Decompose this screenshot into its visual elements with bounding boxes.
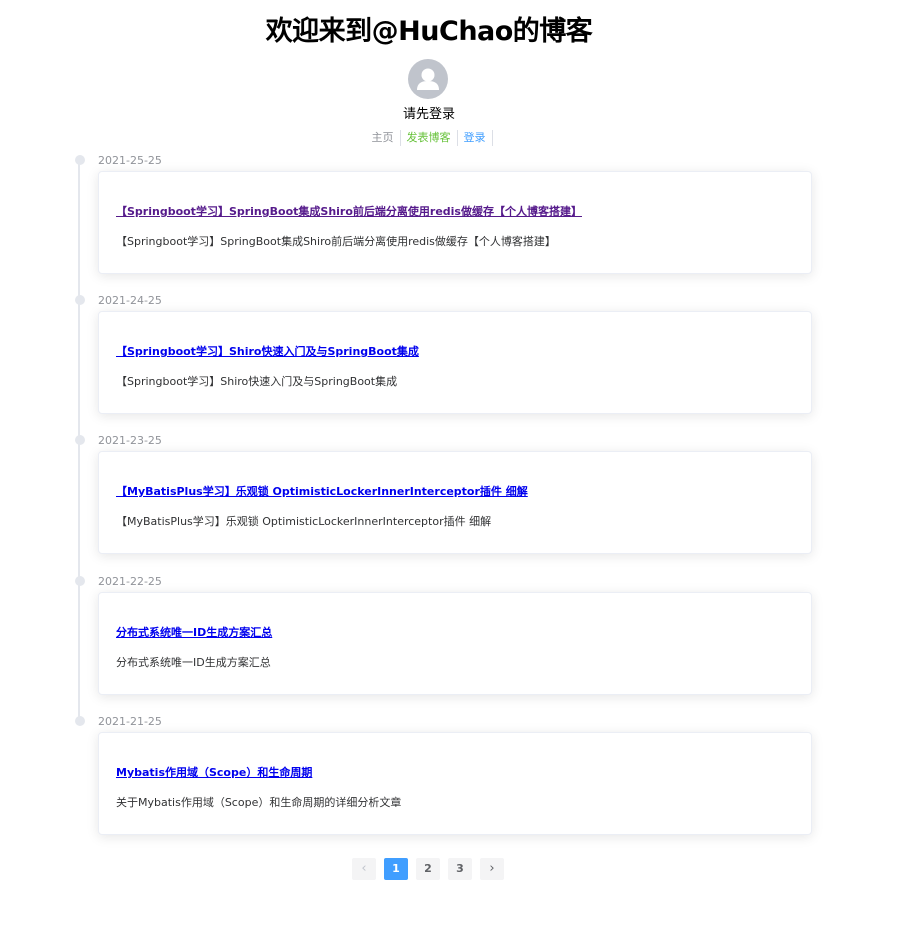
login-prompt: 请先登录 xyxy=(402,107,455,122)
post-date: 2021-23-25 xyxy=(98,434,162,447)
post-date: 2021-25-25 xyxy=(98,154,162,167)
timeline-dot xyxy=(75,435,85,445)
post-description: 【Springboot学习】Shiro快速入门及与SpringBoot集成 xyxy=(116,375,398,388)
timeline-item: 2021-23-25 【MyBatisPlus学习】乐观锁 Optimistic… xyxy=(0,434,914,575)
page-button-3[interactable]: 3 xyxy=(448,858,472,880)
post-date: 2021-22-25 xyxy=(98,575,162,588)
post-title-link[interactable]: 【Springboot学习】SpringBoot集成Shiro前后端分离使用re… xyxy=(116,203,582,219)
page-button-1[interactable]: 1 xyxy=(384,858,408,880)
post-description: 【Springboot学习】SpringBoot集成Shiro前后端分离使用re… xyxy=(116,235,556,248)
timeline-item: 2021-25-25 【Springboot学习】SpringBoot集成Shi… xyxy=(0,154,914,295)
site-title: 欢迎来到@HuChao的博客 xyxy=(265,16,593,47)
timeline-dot xyxy=(75,716,85,726)
timeline-dot xyxy=(75,295,85,305)
nav-publish-link[interactable]: 发表博客 xyxy=(401,130,458,146)
next-page-button[interactable]: › xyxy=(480,858,504,880)
post-card: 【Springboot学习】Shiro快速入门及与SpringBoot集成 【S… xyxy=(98,311,812,414)
prev-page-button[interactable]: ‹ xyxy=(352,858,376,880)
post-date: 2021-24-25 xyxy=(98,294,162,307)
post-date: 2021-21-25 xyxy=(98,715,162,728)
top-nav: 主页 发表博客 登录 xyxy=(0,130,858,146)
page-button-2[interactable]: 2 xyxy=(416,858,440,880)
user-icon xyxy=(417,68,439,90)
post-card: 分布式系统唯一ID生成方案汇总 分布式系统唯一ID生成方案汇总 xyxy=(98,592,812,695)
post-title-link[interactable]: 【MyBatisPlus学习】乐观锁 OptimisticLockerInner… xyxy=(116,483,528,499)
post-card: Mybatis作用域（Scope）和生命周期 关于Mybatis作用域（Scop… xyxy=(98,732,812,835)
pagination: ‹ 1 2 3 › xyxy=(352,858,504,880)
timeline-dot xyxy=(75,155,85,165)
post-card: 【MyBatisPlus学习】乐观锁 OptimisticLockerInner… xyxy=(98,451,812,554)
post-title-link[interactable]: Mybatis作用域（Scope）和生命周期 xyxy=(116,764,312,780)
timeline-item: 2021-22-25 分布式系统唯一ID生成方案汇总 分布式系统唯一ID生成方案… xyxy=(0,575,914,716)
post-description: 分布式系统唯一ID生成方案汇总 xyxy=(116,656,271,669)
chevron-left-icon: ‹ xyxy=(361,861,367,876)
avatar[interactable] xyxy=(408,59,448,99)
chevron-right-icon: › xyxy=(489,861,495,876)
post-description: 【MyBatisPlus学习】乐观锁 OptimisticLockerInner… xyxy=(116,515,492,528)
timeline-item: 2021-21-25 Mybatis作用域（Scope）和生命周期 关于Myba… xyxy=(0,715,914,856)
nav-home-link[interactable]: 主页 xyxy=(366,130,401,146)
post-card: 【Springboot学习】SpringBoot集成Shiro前后端分离使用re… xyxy=(98,171,812,274)
timeline-item: 2021-24-25 【Springboot学习】Shiro快速入门及与Spri… xyxy=(0,294,914,435)
nav-login-link[interactable]: 登录 xyxy=(458,130,493,146)
timeline-dot xyxy=(75,576,85,586)
post-description: 关于Mybatis作用域（Scope）和生命周期的详细分析文章 xyxy=(116,796,402,809)
post-title-link[interactable]: 【Springboot学习】Shiro快速入门及与SpringBoot集成 xyxy=(116,343,419,359)
post-title-link[interactable]: 分布式系统唯一ID生成方案汇总 xyxy=(116,624,272,640)
